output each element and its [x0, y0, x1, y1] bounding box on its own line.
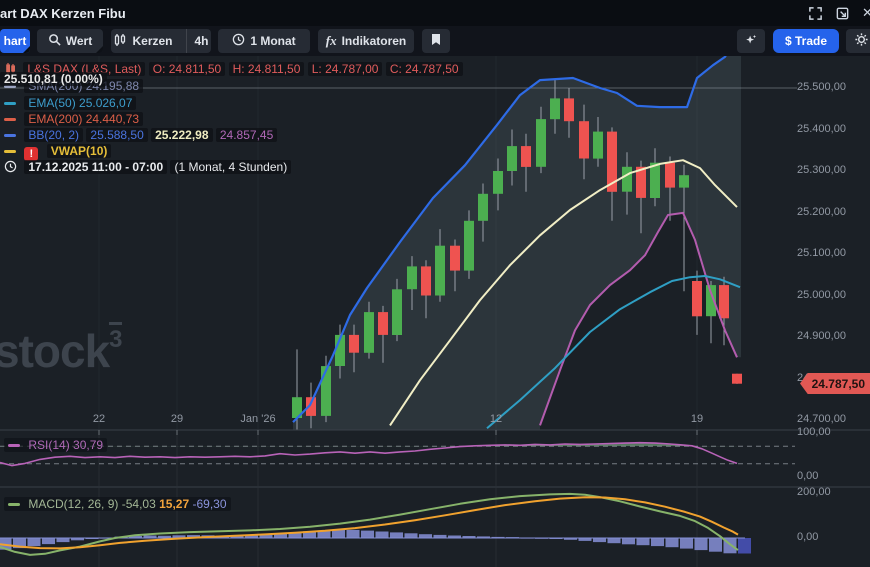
rsi-name: RSI(14): [28, 438, 69, 452]
x-axis-label: 22: [93, 413, 105, 425]
daterange-label: 17.12.2025 11:00 - 07:00: [24, 160, 167, 174]
macd-name: MACD(12, 26, 9): [28, 497, 118, 511]
y-axis-label: 25.000,00: [797, 289, 846, 301]
last-price-tag: 24.787,50: [800, 373, 870, 394]
ema50-swatch: [4, 102, 16, 105]
macd-axis-label: 0,00: [797, 531, 818, 543]
y-axis-label: 25.200,00: [797, 206, 846, 218]
bb-upper-value: 25.588,50: [86, 128, 147, 142]
price-tooltip: 25.510,81 (0.00%): [0, 72, 107, 86]
chart-button[interactable]: hart: [0, 29, 30, 53]
magic-ai-button[interactable]: [737, 29, 765, 53]
bookmark-button[interactable]: [422, 29, 450, 53]
rsi-axis-label: 0,00: [797, 470, 818, 482]
ohlc-low: L: 24.787,00: [308, 62, 383, 76]
indicators-label: Indikatoren: [342, 34, 407, 48]
rsi-axis-label: 100,00: [797, 426, 831, 438]
range-button[interactable]: 1 Monat: [218, 29, 310, 53]
macd-axis-label: 200,00: [797, 486, 831, 498]
bookmark-icon: [430, 33, 442, 49]
timeframe-label: 4h: [195, 34, 209, 48]
bb-mid-value: 25.222,98: [151, 128, 212, 142]
legend-vwap-row[interactable]: ! VWAP(10): [4, 144, 111, 161]
clock-small-icon: [4, 162, 20, 176]
y-axis-label: 25.300,00: [797, 164, 846, 176]
x-axis-label: 29: [171, 413, 183, 425]
y-axis-label: 24.900,00: [797, 330, 846, 342]
last-price-value: 24.787,50: [812, 377, 865, 391]
indicators-button[interactable]: fx Indikatoren: [318, 29, 414, 53]
chart-type-label: Kerzen: [132, 34, 172, 48]
close-icon[interactable]: ✕: [862, 5, 870, 21]
macd-signal-value: 15,27: [159, 497, 189, 511]
timeframe-button[interactable]: 4h: [186, 29, 212, 53]
titlebar: art DAX Kerzen Fibu ✕: [0, 0, 870, 26]
legend-ema50-row[interactable]: EMA(50) 25.026,07: [4, 96, 136, 110]
toolbar: hart Wert Kerzen 4h: [0, 26, 870, 56]
range-label: 1 Monat: [250, 34, 295, 48]
popout-icon[interactable]: [835, 6, 850, 21]
macd-swatch: [8, 503, 20, 506]
rsi-indicator-label[interactable]: RSI(14) 30,79: [4, 438, 107, 452]
ema200-label: EMA(200) 24.440,73: [24, 112, 143, 126]
rsi-value: 30,79: [73, 438, 103, 452]
legend-ema200-row[interactable]: EMA(200) 24.440,73: [4, 112, 143, 126]
fullscreen-icon[interactable]: [808, 6, 823, 21]
legend-bb-row[interactable]: BB(20, 2) 25.588,50 25.222,98 24.857,45: [4, 128, 277, 142]
vwap-swatch: [4, 150, 16, 153]
ema50-label: EMA(50) 25.026,07: [24, 96, 136, 110]
rsi-swatch: [8, 444, 20, 447]
x-axis-label: 12: [490, 413, 502, 425]
settings-button[interactable]: [846, 29, 870, 53]
ohlc-high: H: 24.811,50: [229, 62, 305, 76]
x-axis-label: Jan '26: [240, 413, 275, 425]
macd-value: -54,03: [122, 497, 156, 511]
trading-app: art DAX Kerzen Fibu ✕ hart Wert: [0, 0, 870, 567]
chart-area: stock3 L&S DAX (L&S, Last) O: 24.811,50 …: [0, 56, 870, 567]
macd-indicator-label[interactable]: MACD(12, 26, 9) -54,03 15,27 -69,30: [4, 497, 231, 511]
chart-type-button[interactable]: Kerzen: [111, 29, 181, 53]
trade-button[interactable]: $ Trade: [773, 29, 839, 53]
y-axis-label: 25.100,00: [797, 247, 846, 259]
daterange-detail: (1 Monat, 4 Stunden): [170, 160, 291, 174]
fx-icon: fx: [326, 33, 337, 49]
window-title: art DAX Kerzen Fibu: [0, 6, 126, 21]
ema200-swatch: [4, 118, 16, 121]
legend-daterange-row: 17.12.2025 11:00 - 07:00 (1 Monat, 4 Stu…: [4, 160, 291, 176]
bb-label: BB(20, 2): [24, 128, 83, 142]
sparkles-icon: [744, 33, 758, 50]
y-axis-label: 24.700,00: [797, 413, 846, 425]
vwap-label: VWAP(10): [47, 144, 112, 158]
y-axis-label: 25.500,00: [797, 81, 846, 93]
watermark: stock3: [0, 324, 122, 378]
chart-type-group: Kerzen 4h: [111, 29, 211, 53]
ohlc-close: C: 24.787,50: [386, 62, 463, 76]
x-axis-label: 19: [691, 413, 703, 425]
search-icon: [48, 33, 61, 49]
trade-button-label: $ Trade: [785, 34, 827, 48]
gear-icon: [854, 32, 869, 50]
y-axis-label: 25.400,00: [797, 123, 846, 135]
macd-hist-value: -69,30: [192, 497, 226, 511]
symbol-search-label: Wert: [66, 34, 92, 48]
bb-lower-value: 24.857,45: [216, 128, 277, 142]
symbol-search-button[interactable]: Wert: [37, 29, 103, 53]
bb-swatch: [4, 134, 16, 137]
ohlc-open: O: 24.811,50: [149, 62, 226, 76]
candles-icon: [113, 33, 127, 50]
warning-icon: !: [24, 147, 38, 161]
clock-icon: [232, 33, 245, 49]
